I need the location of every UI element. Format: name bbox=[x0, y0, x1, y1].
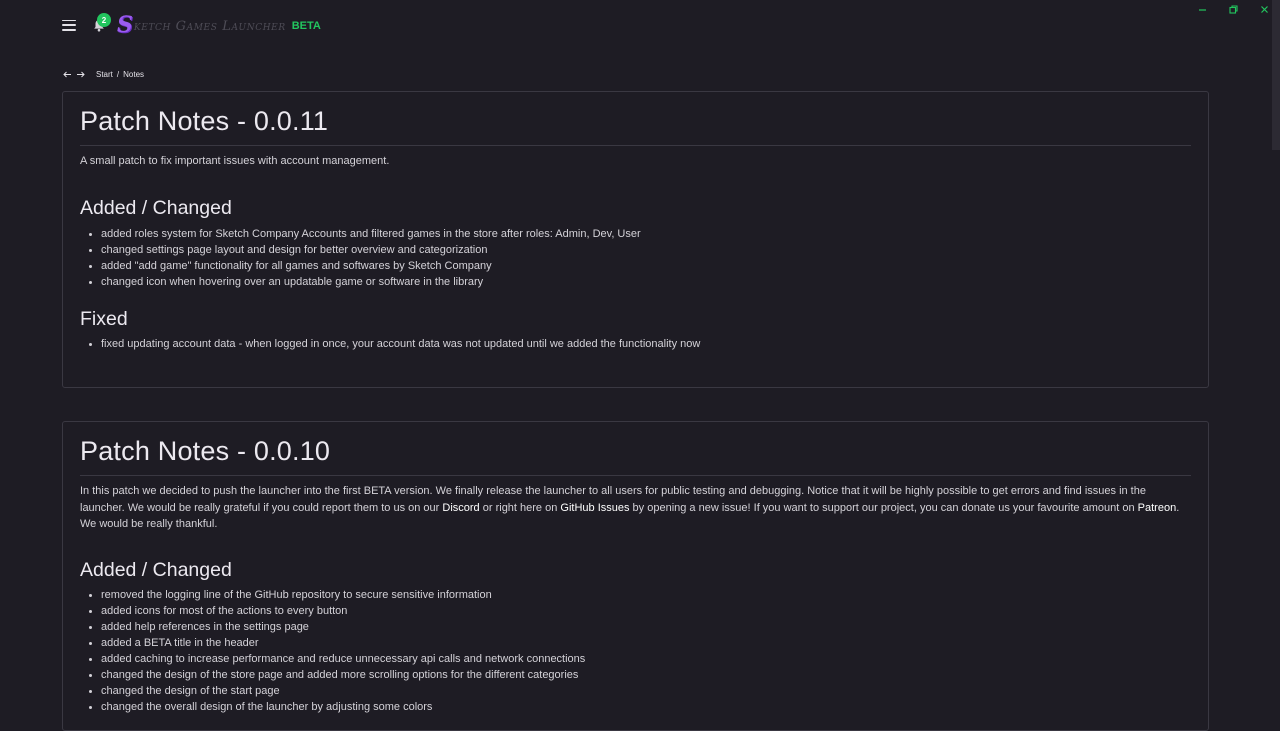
list-item: added a BETA title in the header bbox=[101, 635, 1191, 651]
logo-initial: S bbox=[117, 12, 133, 38]
patch-intro: In this patch we decided to push the lau… bbox=[80, 485, 1180, 530]
list-item: added "add game" functionality for all g… bbox=[101, 258, 1191, 274]
breadcrumb-current: Notes bbox=[123, 69, 145, 79]
patreon-link[interactable]: Patreon bbox=[1138, 502, 1177, 514]
patch-notes-card: Patch Notes - 0.0.11 A small patch to fi… bbox=[62, 91, 1209, 388]
list-item: changed the overall design of the launch… bbox=[101, 699, 1191, 715]
hamburger-menu-icon[interactable] bbox=[62, 19, 76, 31]
list-item: removed the logging line of the GitHub r… bbox=[101, 587, 1191, 603]
changes-list: added roles system for Sketch Company Ac… bbox=[80, 226, 1191, 290]
beta-label: BETA bbox=[291, 20, 321, 32]
list-item: changed the design of the store page and… bbox=[101, 667, 1191, 683]
list-item: fixed updating account data - when logge… bbox=[101, 336, 1191, 352]
list-item: changed settings page layout and design … bbox=[101, 242, 1191, 258]
list-item: added icons for most of the actions to e… bbox=[101, 603, 1191, 619]
logo-text: ketch Games Launcher bbox=[133, 18, 286, 34]
patch-title: Patch Notes - 0.0.10 bbox=[80, 436, 1191, 476]
list-item: added help references in the settings pa… bbox=[101, 619, 1191, 635]
notification-count-badge: 2 bbox=[97, 13, 111, 27]
github-issues-link[interactable]: GitHub Issues bbox=[560, 502, 629, 514]
app-logo: S ketch Games Launcher bbox=[117, 14, 286, 36]
list-item: added caching to increase performance an… bbox=[101, 651, 1191, 667]
arrow-left-icon[interactable] bbox=[62, 69, 72, 79]
restore-icon[interactable] bbox=[1218, 2, 1249, 16]
scrollbar-thumb[interactable] bbox=[1272, 0, 1280, 150]
app-header: 2 S ketch Games Launcher BETA bbox=[62, 10, 321, 40]
patch-intro: A small patch to fix important issues wi… bbox=[80, 155, 390, 167]
breadcrumb-separator: / bbox=[116, 69, 120, 79]
breadcrumb: Start / Notes bbox=[62, 69, 144, 79]
notifications-button[interactable]: 2 bbox=[93, 13, 111, 33]
breadcrumb-start[interactable]: Start bbox=[96, 70, 113, 79]
fixes-list: fixed updating account data - when logge… bbox=[80, 336, 1191, 352]
patch-title: Patch Notes - 0.0.11 bbox=[80, 106, 1191, 146]
list-item: changed icon when hovering over an updat… bbox=[101, 274, 1191, 290]
section-heading: Fixed bbox=[80, 307, 128, 330]
section-heading: Added / Changed bbox=[80, 558, 232, 581]
minimize-icon[interactable] bbox=[1187, 2, 1218, 16]
arrow-right-icon[interactable] bbox=[75, 69, 85, 79]
list-item: added roles system for Sketch Company Ac… bbox=[101, 226, 1191, 242]
changes-list: removed the logging line of the GitHub r… bbox=[80, 587, 1191, 715]
window-controls bbox=[1187, 2, 1280, 16]
discord-link[interactable]: Discord bbox=[442, 502, 479, 514]
list-item: changed the design of the start page bbox=[101, 683, 1191, 699]
patch-notes-card: Patch Notes - 0.0.10 In this patch we de… bbox=[62, 421, 1209, 731]
section-heading: Added / Changed bbox=[80, 196, 232, 219]
